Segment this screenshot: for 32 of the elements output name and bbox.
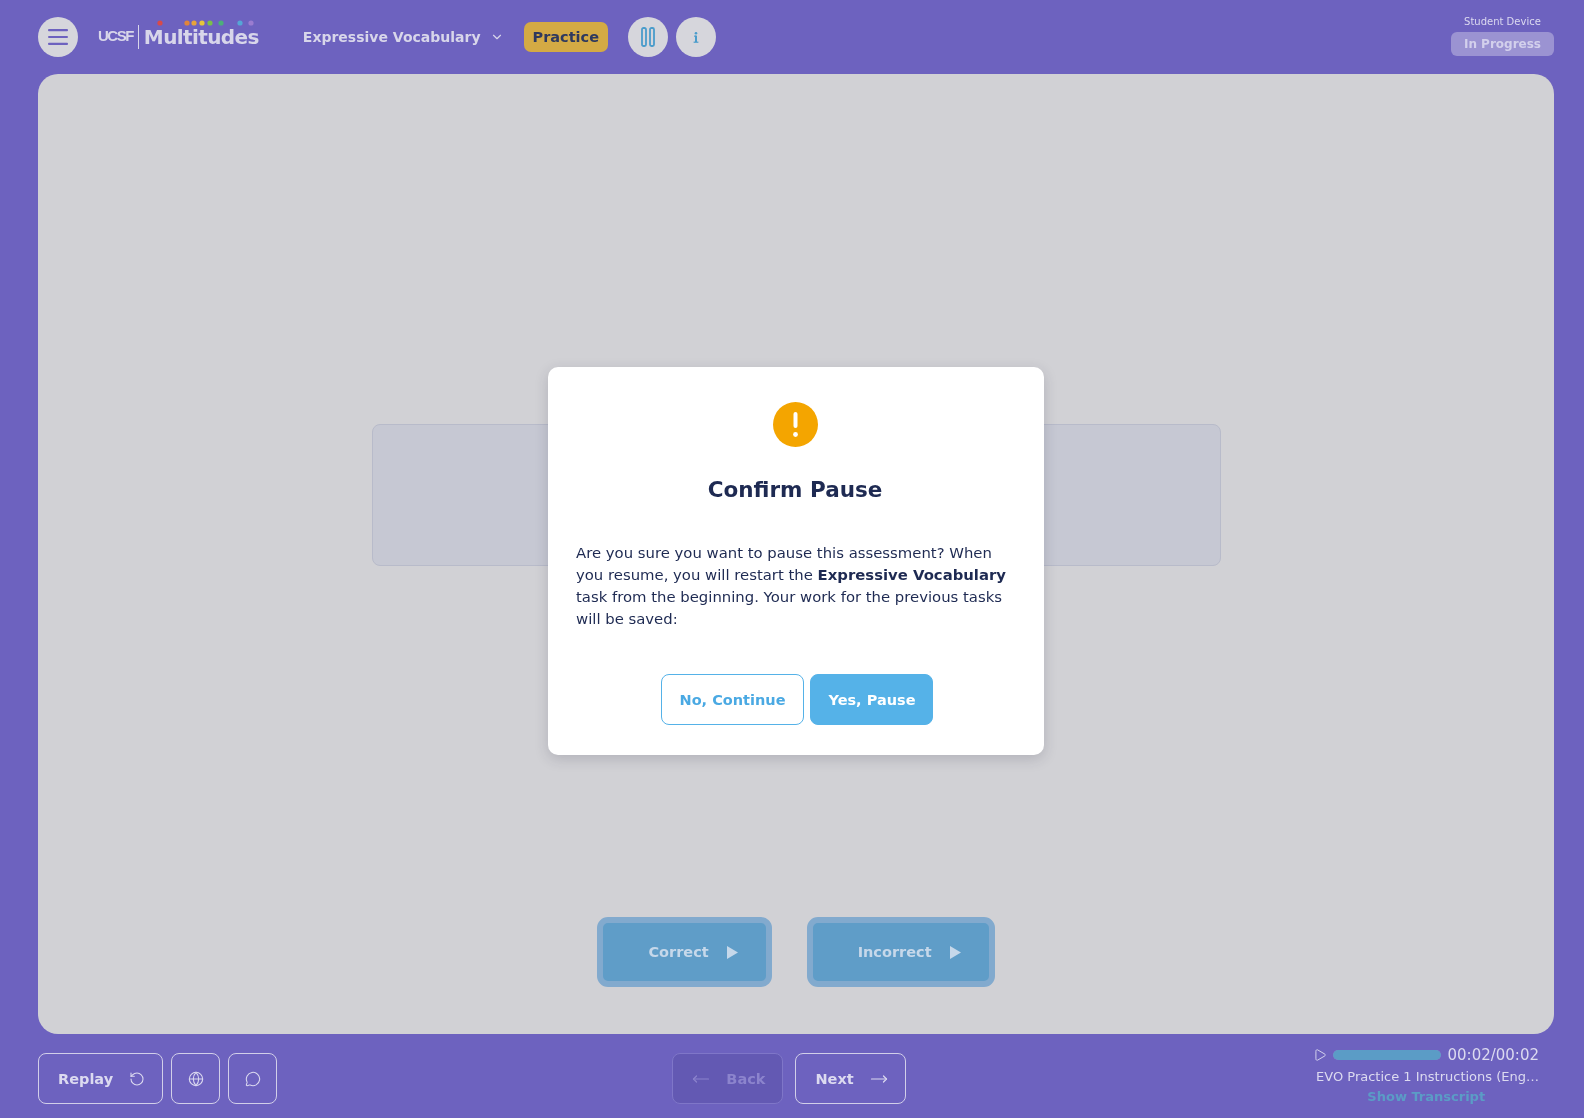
dialog-message: Are you sure you want to pause this assessment? When you resume, you will restart the Expressive Vocabulary task from the beginning. Your work for the previous tasks will be saved:: [576, 543, 1007, 630]
pause-button[interactable]: [628, 17, 669, 57]
menu-button[interactable]: [38, 17, 78, 57]
response-button[interactable]: Correct: [597, 917, 772, 987]
replay-icon: [129, 1070, 146, 1087]
response-button[interactable]: Incorrect: [806, 917, 995, 987]
status-badge: In Progress: [1450, 32, 1554, 56]
audio-time: 00:02/00:02: [1447, 1046, 1539, 1064]
next-button[interactable]: Next: [795, 1053, 906, 1104]
menu-icon: [48, 29, 68, 45]
warning-icon: [772, 402, 818, 447]
globe-button[interactable]: [171, 1053, 221, 1104]
replay-button[interactable]: Replay: [38, 1053, 164, 1104]
globe-icon: [187, 1070, 204, 1087]
info-icon: [693, 31, 700, 43]
show-transcript-link[interactable]: Show Transcript: [1367, 1089, 1486, 1104]
play-icon: [949, 945, 961, 959]
device-label: Student Device: [1464, 16, 1541, 27]
task-selector[interactable]: Expressive Vocabulary: [302, 29, 504, 45]
play-icon: [726, 945, 738, 959]
mode-badge: Practice: [523, 22, 609, 52]
logo-wordmark: Multitudes: [143, 25, 259, 49]
dialog-title: Confirm Pause: [707, 477, 883, 502]
logo-prefix: UCSF: [98, 26, 133, 46]
speech-bubble-icon: [244, 1070, 261, 1087]
pause-icon: [641, 27, 656, 47]
info-button[interactable]: [676, 17, 717, 57]
play-icon[interactable]: [1313, 1048, 1328, 1062]
chat-button[interactable]: [228, 1053, 278, 1104]
confirm-button[interactable]: Yes, Pause: [810, 674, 934, 725]
cancel-button[interactable]: No, Continue: [660, 674, 805, 725]
audio-title: EVO Practice 1 Instructions (Eng…: [1316, 1069, 1539, 1084]
